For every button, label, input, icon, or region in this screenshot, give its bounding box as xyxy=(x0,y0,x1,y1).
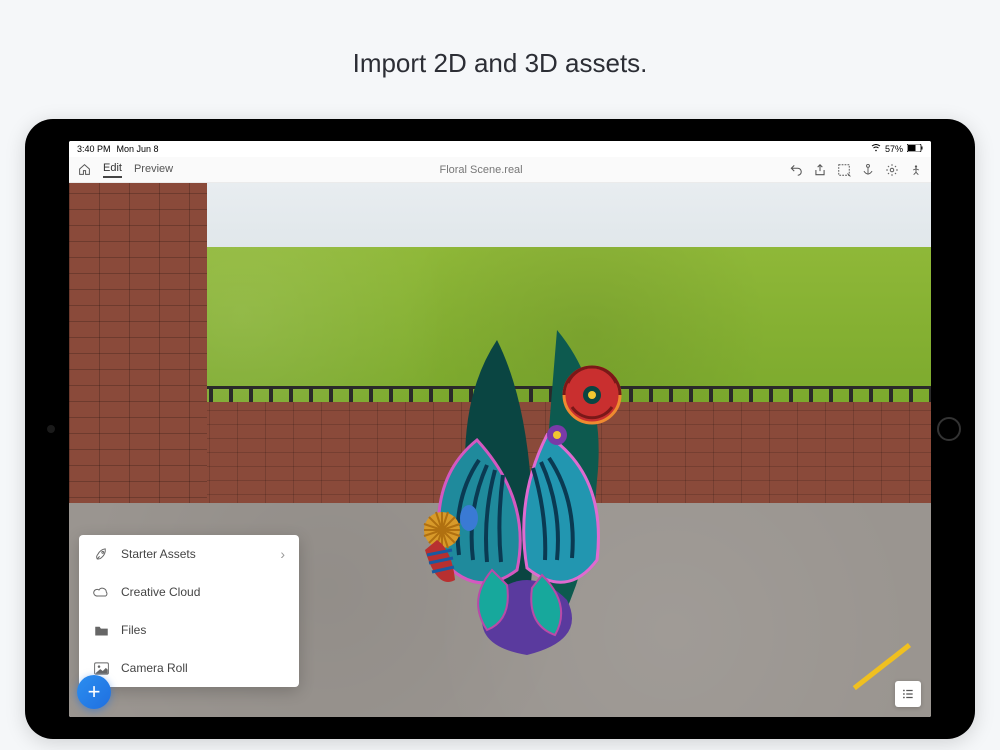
battery-percent: 57% xyxy=(885,144,903,154)
gear-icon[interactable] xyxy=(885,163,899,177)
status-bar: 3:40 PM Mon Jun 8 57% xyxy=(69,141,931,157)
menu-item-label: Creative Cloud xyxy=(121,585,285,599)
tab-edit[interactable]: Edit xyxy=(103,162,122,178)
tablet-camera xyxy=(47,425,55,433)
undo-icon[interactable] xyxy=(789,163,803,177)
anchor-icon[interactable] xyxy=(861,163,875,177)
menu-creative-cloud[interactable]: Creative Cloud xyxy=(79,573,299,611)
document-title: Floral Scene.real xyxy=(185,164,777,176)
add-button[interactable]: + xyxy=(77,675,111,709)
tablet-frame: 3:40 PM Mon Jun 8 57% Edit Preview xyxy=(25,119,975,739)
import-menu: Starter Assets › Creative Cloud Files xyxy=(79,535,299,687)
status-time: 3:40 PM xyxy=(77,144,111,154)
tablet-home-button[interactable] xyxy=(937,417,961,441)
home-icon[interactable] xyxy=(77,163,91,177)
menu-files[interactable]: Files xyxy=(79,611,299,649)
folder-icon xyxy=(93,622,109,638)
tab-preview[interactable]: Preview xyxy=(134,163,173,177)
wifi-icon xyxy=(871,144,881,154)
floral-asset[interactable] xyxy=(397,300,657,660)
menu-camera-roll[interactable]: Camera Roll xyxy=(79,649,299,687)
ar-canvas[interactable]: Starter Assets › Creative Cloud Files xyxy=(69,183,931,717)
chevron-right-icon: › xyxy=(280,546,285,562)
menu-item-label: Files xyxy=(121,623,285,637)
list-panel-button[interactable] xyxy=(895,681,921,707)
menu-item-label: Starter Assets xyxy=(121,547,268,561)
app-screen: 3:40 PM Mon Jun 8 57% Edit Preview xyxy=(69,141,931,717)
creative-cloud-icon xyxy=(93,584,109,600)
list-icon xyxy=(901,687,915,701)
object-icon[interactable] xyxy=(909,163,923,177)
image-icon xyxy=(93,660,109,676)
select-icon[interactable] xyxy=(837,163,851,177)
menu-starter-assets[interactable]: Starter Assets › xyxy=(79,535,299,573)
app-toolbar: Edit Preview Floral Scene.real xyxy=(69,157,931,183)
rocket-icon xyxy=(93,546,109,562)
share-icon[interactable] xyxy=(813,163,827,177)
page-headline: Import 2D and 3D assets. xyxy=(353,48,648,79)
status-date: Mon Jun 8 xyxy=(117,144,159,154)
menu-item-label: Camera Roll xyxy=(121,661,285,675)
battery-icon xyxy=(907,144,923,154)
